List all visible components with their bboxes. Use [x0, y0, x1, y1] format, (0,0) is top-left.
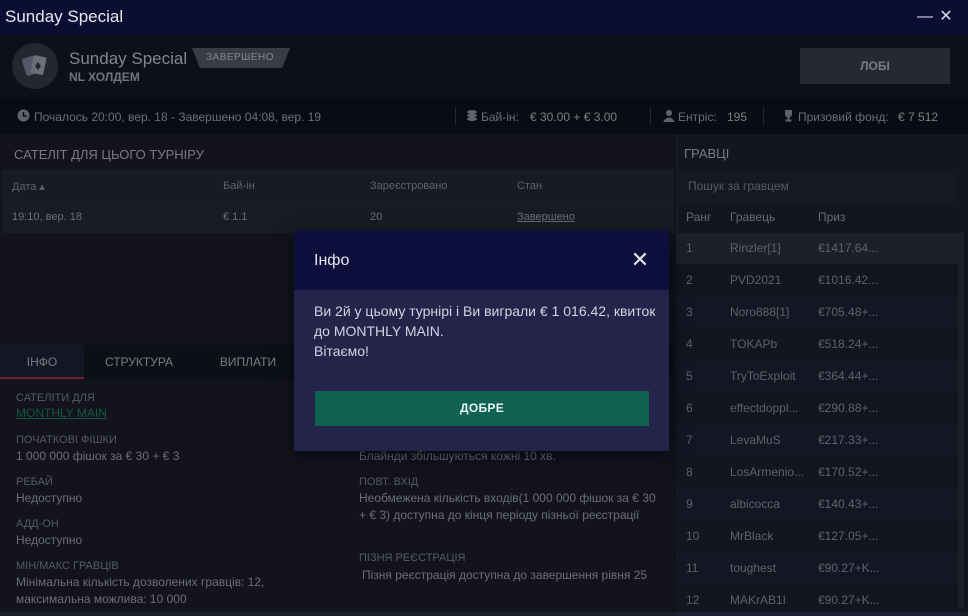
- dialog-header: Інфо ✕: [294, 230, 669, 290]
- title-bar: Sunday Special — ✕: [0, 0, 968, 34]
- congrats-message: Вітаємо!: [314, 343, 369, 359]
- close-window-icon[interactable]: ✕: [936, 7, 956, 27]
- ok-button[interactable]: ДОБРЕ: [315, 391, 649, 426]
- dialog-message: Ви 2й у цьому турнірі і Ви виграли € 1 0…: [314, 301, 659, 361]
- info-dialog: Інфо ✕ Ви 2й у цьому турнірі і Ви виграл…: [294, 230, 669, 451]
- dialog-title: Інфо: [314, 252, 350, 269]
- close-icon[interactable]: ✕: [628, 248, 652, 272]
- minimize-icon[interactable]: —: [915, 7, 935, 27]
- window-title: Sunday Special: [5, 7, 124, 26]
- win-message: Ви 2й у цьому турнірі і Ви виграли € 1 0…: [314, 303, 656, 339]
